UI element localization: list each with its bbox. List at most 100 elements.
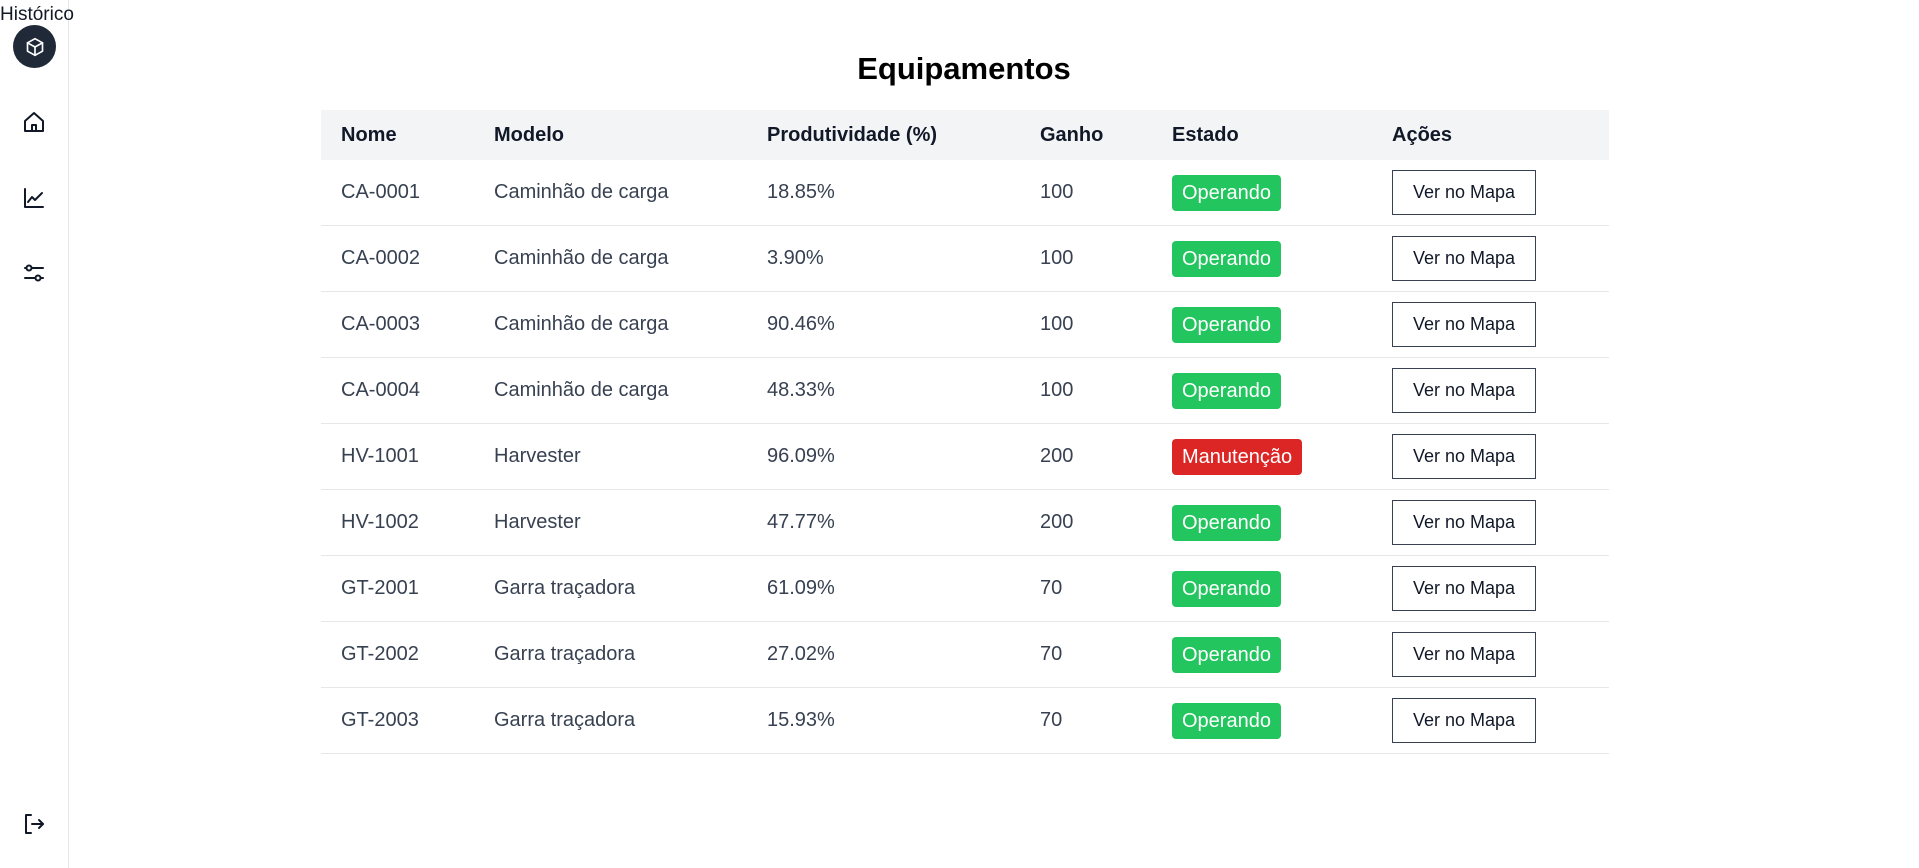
cell-estado: Operando	[1152, 687, 1372, 754]
view-on-map-button[interactable]: Ver no Mapa	[1392, 302, 1536, 347]
cell-modelo: Caminhão de carga	[474, 357, 747, 424]
cell-ganho: 70	[1020, 555, 1152, 622]
cell-nome: CA-0003	[321, 291, 474, 358]
cell-acoes: Ver no Mapa	[1372, 291, 1609, 358]
cell-ganho: 100	[1020, 225, 1152, 292]
cell-produtividade: 15.93%	[747, 687, 1020, 754]
table-row: GT-2003 Garra traçadora 15.93% 70 Operando Ve…	[321, 687, 1609, 754]
status-badge: Operando	[1172, 570, 1281, 607]
cell-ganho: 100	[1020, 357, 1152, 424]
cell-produtividade: 90.46%	[747, 291, 1020, 358]
table-row: CA-0003 Caminhão de carga 90.46% 100 Operand…	[321, 291, 1609, 358]
table-row: GT-2001 Garra traçadora 61.09% 70 Operando Ve…	[321, 555, 1609, 622]
view-on-map-button[interactable]: Ver no Mapa	[1392, 632, 1536, 677]
cell-estado: Manutenção	[1152, 423, 1372, 490]
table-header-row: Nome Modelo Produtividade (%) Ganho Esta…	[321, 110, 1609, 160]
cell-nome: HV-1002	[321, 489, 474, 556]
table-row: HV-1001 Harvester 96.09% 200 Manutenção Ver n…	[321, 423, 1609, 490]
table-row: CA-0002 Caminhão de carga 3.90% 100 Operando…	[321, 225, 1609, 292]
cell-estado: Operando	[1152, 555, 1372, 622]
cell-produtividade: 18.85%	[747, 160, 1020, 226]
page-title: Equipamentos	[857, 51, 1071, 86]
cell-acoes: Ver no Mapa	[1372, 687, 1609, 754]
sliders-icon	[22, 261, 46, 285]
view-on-map-button[interactable]: Ver no Mapa	[1392, 236, 1536, 281]
cell-nome: GT-2003	[321, 687, 474, 754]
table-row: CA-0004 Caminhão de carga 48.33% 100 Operand…	[321, 357, 1609, 424]
table-row: GT-2002 Garra traçadora 27.02% 70 Operando Ve…	[321, 621, 1609, 688]
cell-modelo: Garra traçadora	[474, 621, 747, 688]
cell-modelo: Harvester	[474, 423, 747, 490]
header-nome: Nome	[341, 123, 397, 146]
cell-ganho: 70	[1020, 687, 1152, 754]
header-acoes: Ações	[1392, 123, 1453, 146]
status-badge: Manutenção	[1172, 438, 1303, 475]
view-on-map-button[interactable]: Ver no Mapa	[1392, 368, 1536, 413]
cell-nome: CA-0002	[321, 225, 474, 292]
sidebar-item-home[interactable]	[19, 107, 49, 137]
header-produtividade: Produtividade (%)	[767, 123, 938, 146]
cell-produtividade: 3.90%	[747, 225, 1020, 292]
cell-acoes: Ver no Mapa	[1372, 160, 1609, 226]
header-ganho: Ganho	[1040, 123, 1104, 146]
view-on-map-button[interactable]: Ver no Mapa	[1392, 566, 1536, 611]
sidebar-item-historico[interactable]	[19, 183, 49, 213]
cell-acoes: Ver no Mapa	[1372, 621, 1609, 688]
cell-produtividade: 47.77%	[747, 489, 1020, 556]
cell-produtividade: 48.33%	[747, 357, 1020, 424]
cell-produtividade: 96.09%	[747, 423, 1020, 490]
cell-estado: Operando	[1152, 621, 1372, 688]
cell-acoes: Ver no Mapa	[1372, 489, 1609, 556]
status-badge: Operando	[1172, 174, 1281, 211]
cell-ganho: 70	[1020, 621, 1152, 688]
status-badge: Operando	[1172, 636, 1281, 673]
cell-estado: Operando	[1152, 160, 1372, 226]
logo[interactable]	[13, 25, 56, 68]
cell-estado: Operando	[1152, 225, 1372, 292]
cell-acoes: Ver no Mapa	[1372, 225, 1609, 292]
equipment-table: Nome Modelo Produtividade (%) Ganho Esta…	[321, 110, 1609, 754]
cell-modelo: Harvester	[474, 489, 747, 556]
cell-ganho: 100	[1020, 160, 1152, 226]
header-modelo: Modelo	[494, 123, 564, 146]
view-on-map-button[interactable]: Ver no Mapa	[1392, 434, 1536, 479]
table-row: HV-1002 Harvester 47.77% 200 Operando Ver no …	[321, 489, 1609, 556]
cell-acoes: Ver no Mapa	[1372, 423, 1609, 490]
logout-button[interactable]	[19, 809, 49, 839]
view-on-map-button[interactable]: Ver no Mapa	[1392, 170, 1536, 215]
cell-modelo: Garra traçadora	[474, 687, 747, 754]
cell-nome: GT-2001	[321, 555, 474, 622]
cell-ganho: 200	[1020, 423, 1152, 490]
historico-label: Histórico	[0, 4, 74, 25]
cell-estado: Operando	[1152, 357, 1372, 424]
cell-produtividade: 61.09%	[747, 555, 1020, 622]
home-icon	[22, 110, 46, 134]
cell-acoes: Ver no Mapa	[1372, 555, 1609, 622]
table-row: CA-0001 Caminhão de carga 18.85% 100 Operand…	[321, 160, 1609, 226]
status-badge: Operando	[1172, 702, 1281, 739]
cell-acoes: Ver no Mapa	[1372, 357, 1609, 424]
cell-ganho: 100	[1020, 291, 1152, 358]
cell-modelo: Caminhão de carga	[474, 160, 747, 226]
status-badge: Operando	[1172, 504, 1281, 541]
status-badge: Operando	[1172, 372, 1281, 409]
status-badge: Operando	[1172, 306, 1281, 343]
view-on-map-button[interactable]: Ver no Mapa	[1392, 698, 1536, 743]
cell-modelo: Caminhão de carga	[474, 225, 747, 292]
status-badge: Operando	[1172, 240, 1281, 277]
cube-icon	[25, 37, 45, 57]
cell-nome: HV-1001	[321, 423, 474, 490]
cell-modelo: Garra traçadora	[474, 555, 747, 622]
chart-line-icon	[22, 186, 46, 210]
cell-modelo: Caminhão de carga	[474, 291, 747, 358]
sidebar-item-settings[interactable]	[19, 258, 49, 288]
cell-estado: Operando	[1152, 489, 1372, 556]
logout-icon	[22, 812, 46, 836]
main-content: Equipamentos Nome Modelo Produtividade (…	[69, 0, 1919, 868]
cell-nome: GT-2002	[321, 621, 474, 688]
sidebar	[0, 0, 69, 868]
cell-estado: Operando	[1152, 291, 1372, 358]
cell-ganho: 200	[1020, 489, 1152, 556]
cell-produtividade: 27.02%	[747, 621, 1020, 688]
view-on-map-button[interactable]: Ver no Mapa	[1392, 500, 1536, 545]
